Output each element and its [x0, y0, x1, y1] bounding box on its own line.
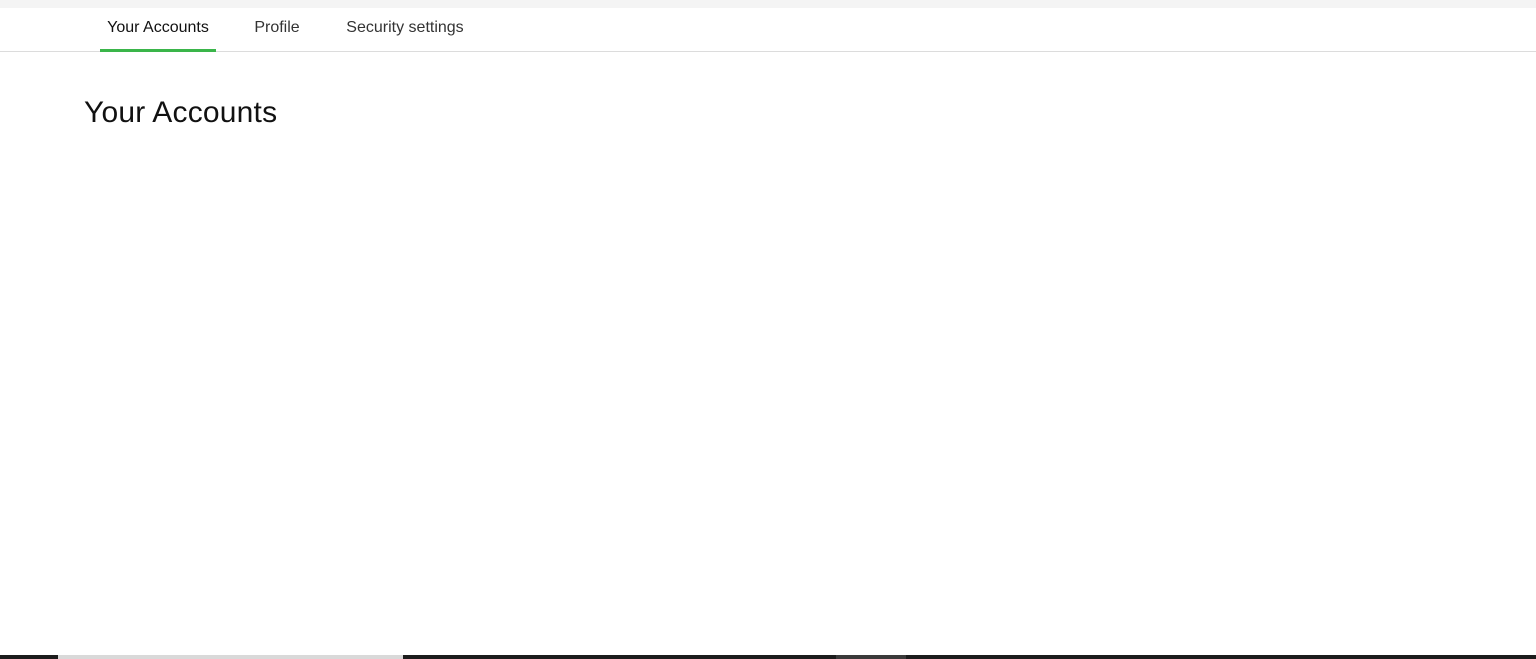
- taskbar: [0, 655, 1536, 659]
- taskbar-active-window[interactable]: [58, 655, 403, 659]
- top-strip: [0, 0, 1536, 8]
- tab-label: Security settings: [346, 19, 464, 36]
- tab-security-settings[interactable]: Security settings: [336, 8, 474, 52]
- tab-label: Profile: [254, 19, 300, 36]
- tab-bar: Your Accounts Profile Security settings: [0, 8, 1536, 52]
- tab-profile[interactable]: Profile: [244, 8, 310, 52]
- taskbar-window[interactable]: [836, 655, 906, 659]
- tab-label: Your Accounts: [107, 19, 209, 36]
- active-tab-indicator: [100, 49, 216, 52]
- page: Your Accounts Profile Security settings …: [0, 0, 1536, 659]
- page-title: Your Accounts: [84, 96, 278, 129]
- tab-your-accounts[interactable]: Your Accounts: [100, 8, 216, 52]
